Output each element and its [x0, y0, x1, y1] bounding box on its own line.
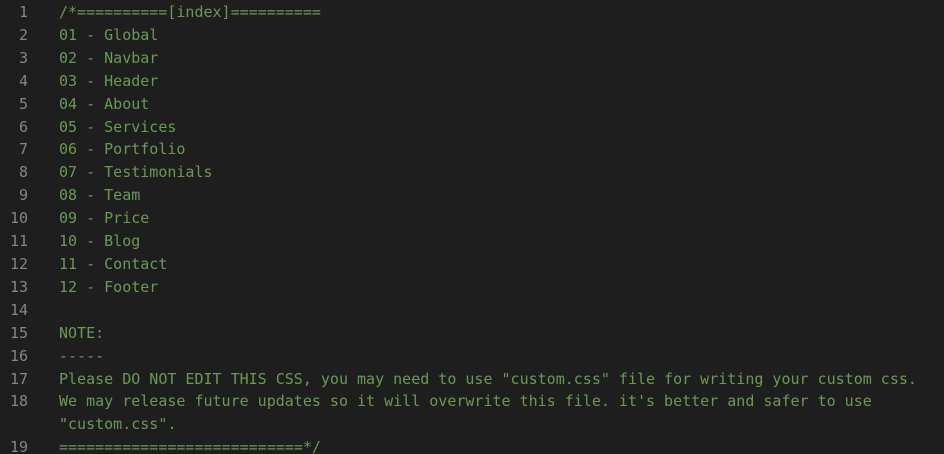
line-text: 04 - About — [59, 94, 150, 113]
code-line[interactable]: 9 08 - Team — [0, 184, 944, 207]
line-number: 11 — [9, 232, 28, 251]
line-number: 8 — [18, 163, 28, 182]
line-number: 18 — [9, 392, 28, 411]
line-number: 6 — [18, 117, 28, 136]
code-line[interactable]: 13 12 - Footer — [0, 276, 944, 299]
line-text: 10 - Blog — [59, 232, 141, 251]
line-number: 19 — [9, 438, 28, 454]
code-line[interactable]: 16 ----- — [0, 345, 944, 368]
line-text: ----- — [59, 346, 105, 365]
line-number: 13 — [9, 277, 28, 296]
code-editor[interactable]: 1 /*==========[index]========== 2 01 - G… — [0, 0, 944, 454]
line-text: 01 - Global — [59, 25, 159, 44]
line-text: Please DO NOT EDIT THIS CSS, you may nee… — [59, 369, 917, 388]
code-line[interactable]: 14 — [0, 299, 944, 322]
line-text: 05 - Services — [59, 117, 177, 136]
line-number: 7 — [18, 140, 28, 159]
line-text: NOTE: — [59, 323, 105, 342]
line-number: 2 — [18, 25, 28, 44]
code-line[interactable]: 11 10 - Blog — [0, 230, 944, 253]
code-line[interactable]: 15 NOTE: — [0, 322, 944, 345]
line-number: 16 — [9, 346, 28, 365]
code-line[interactable]: 2 01 - Global — [0, 24, 944, 47]
line-text: 02 - Navbar — [59, 48, 159, 67]
code-line[interactable]: 5 04 - About — [0, 93, 944, 116]
line-text: ===========================*/ — [59, 438, 321, 454]
line-text: 03 - Header — [59, 71, 159, 90]
line-number: 5 — [18, 94, 28, 113]
line-text: 08 - Team — [59, 186, 141, 205]
line-number: 14 — [9, 300, 28, 319]
line-number: 10 — [9, 209, 28, 228]
line-number: 4 — [18, 71, 28, 90]
line-text: 09 - Price — [59, 209, 150, 228]
line-text: /*==========[index]========== — [59, 3, 321, 21]
code-line[interactable]: 8 07 - Testimonials — [0, 161, 944, 184]
line-number: 17 — [9, 369, 28, 388]
line-number: 1 — [18, 3, 28, 21]
code-line[interactable]: 6 05 - Services — [0, 116, 944, 139]
line-text: 12 - Footer — [59, 277, 159, 296]
line-text: 07 - Testimonials — [59, 163, 213, 182]
code-line[interactable]: 3 02 - Navbar — [0, 47, 944, 70]
code-line[interactable]: 18 We may release future updates so it w… — [0, 390, 944, 436]
code-line[interactable]: 12 11 - Contact — [0, 253, 944, 276]
line-number: 12 — [9, 254, 28, 273]
code-line[interactable]: 7 06 - Portfolio — [0, 138, 944, 161]
line-number: 3 — [18, 48, 28, 67]
line-text: 06 - Portfolio — [59, 140, 186, 159]
line-number: 9 — [18, 186, 28, 205]
code-line[interactable]: 17 Please DO NOT EDIT THIS CSS, you may … — [0, 368, 944, 391]
code-line[interactable]: 19 ===========================*/ — [0, 436, 944, 454]
code-line[interactable]: 4 03 - Header — [0, 70, 944, 93]
line-number: 15 — [9, 323, 28, 342]
code-line[interactable]: 1 /*==========[index]========== — [0, 1, 944, 24]
line-text: We may release future updates so it will… — [59, 392, 872, 434]
line-text: 11 - Contact — [59, 254, 168, 273]
code-line[interactable]: 10 09 - Price — [0, 207, 944, 230]
